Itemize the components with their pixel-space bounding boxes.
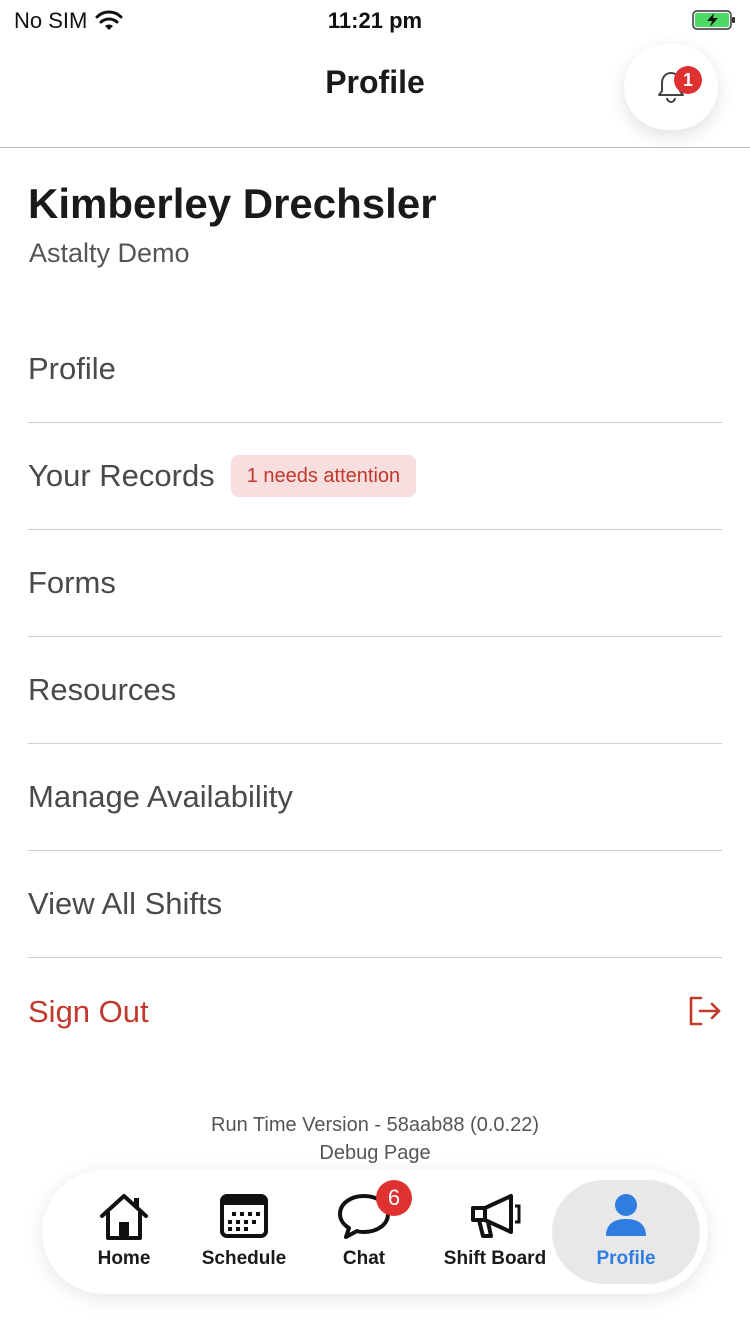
tab-shift-board[interactable]: Shift Board — [430, 1180, 560, 1284]
clock: 11:21 pm — [327, 8, 423, 33]
menu-item-your-records[interactable]: Your Records 1 needs attention — [28, 423, 722, 530]
menu-item-label: Forms — [28, 565, 116, 600]
chat-unread-badge: 6 — [376, 1180, 412, 1216]
menu-item-profile[interactable]: Profile — [28, 316, 722, 423]
menu-item-label: Manage Availability — [28, 779, 293, 814]
calendar-icon — [220, 1194, 268, 1238]
user-organization: Astalty Demo — [29, 238, 190, 268]
tab-label: Schedule — [201, 1248, 287, 1269]
sign-out-button[interactable]: Sign Out — [28, 958, 722, 1065]
menu-item-forms[interactable]: Forms — [28, 530, 722, 637]
needs-attention-badge: 1 needs attention — [230, 455, 417, 497]
notifications-button[interactable]: 1 — [624, 44, 718, 130]
tab-label: Home — [97, 1248, 151, 1269]
status-bar: No SIM 11:21 pm — [0, 0, 750, 40]
menu-item-resources[interactable]: Resources — [28, 637, 722, 744]
tab-schedule[interactable]: Schedule — [184, 1180, 304, 1284]
menu-item-label: View All Shifts — [28, 886, 223, 921]
profile-menu: Profile Your Records 1 needs attention F… — [28, 316, 722, 958]
battery-charging-icon — [692, 10, 735, 30]
bottom-tab-bar: Home Schedule 6 Chat Shift Board Profile — [42, 1170, 708, 1294]
menu-item-label: Resources — [28, 672, 177, 707]
notification-count-badge: 1 — [674, 66, 702, 94]
menu-item-label: Your Records — [28, 458, 215, 493]
sign-out-icon — [689, 996, 721, 1026]
tab-profile[interactable]: Profile — [552, 1180, 700, 1284]
tab-chat[interactable]: 6 Chat — [304, 1180, 424, 1284]
runtime-version-text: Run Time Version - 58aab88 (0.0.22) — [211, 1114, 539, 1136]
tab-label: Profile — [596, 1248, 656, 1269]
user-icon — [606, 1194, 646, 1236]
tab-label: Chat — [342, 1248, 386, 1269]
tab-home[interactable]: Home — [64, 1180, 184, 1284]
menu-item-label: Profile — [28, 351, 116, 386]
tab-label: Shift Board — [443, 1248, 547, 1269]
megaphone-icon — [471, 1194, 521, 1238]
top-header: Profile 1 — [0, 40, 750, 148]
menu-item-view-all-shifts[interactable]: View All Shifts — [28, 851, 722, 958]
menu-item-manage-availability[interactable]: Manage Availability — [28, 744, 722, 851]
debug-page-link[interactable]: Debug Page — [0, 1142, 750, 1165]
sign-out-label: Sign Out — [28, 993, 149, 1029]
home-icon — [100, 1194, 148, 1240]
user-name: Kimberley Drechsler — [28, 180, 437, 227]
